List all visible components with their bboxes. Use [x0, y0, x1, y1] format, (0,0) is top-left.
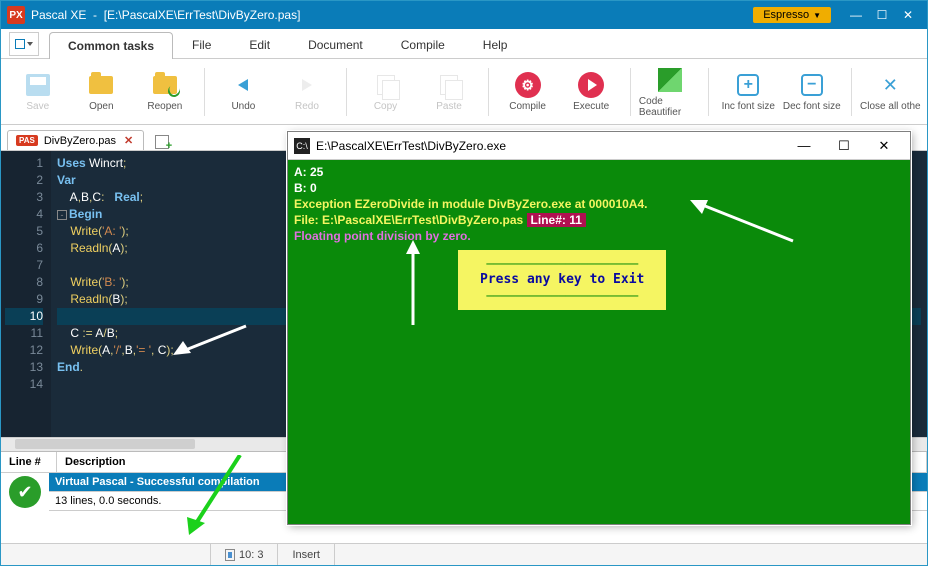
menu-tab-edit[interactable]: Edit: [230, 31, 289, 58]
folder-icon: [89, 76, 113, 94]
line-gutter: 1234567891011121314: [1, 151, 51, 437]
file-tab[interactable]: PAS DivByZero.pas ✕: [7, 130, 144, 150]
file-tab-name: DivByZero.pas: [44, 135, 116, 147]
leaf-icon: [658, 68, 682, 92]
console-close[interactable]: ✕: [864, 135, 904, 157]
open-button[interactable]: Open: [71, 63, 133, 121]
console-line: B: 0: [294, 180, 904, 196]
console-maximize[interactable]: ☐: [824, 135, 864, 157]
close-all-icon: ✕: [880, 75, 900, 95]
console-titlebar[interactable]: C:\ E:\PascalXE\ErrTest\DivByZero.exe — …: [288, 132, 910, 160]
undo-icon: [238, 79, 248, 91]
beautifier-button[interactable]: Code Beautifier: [639, 63, 701, 121]
redo-icon: [302, 79, 312, 91]
file-type-badge: PAS: [16, 135, 38, 146]
col-line-header: Line #: [1, 452, 57, 472]
cursor-icon: [225, 549, 235, 561]
insert-mode[interactable]: Insert: [278, 544, 335, 565]
app-logo: PX: [7, 6, 25, 24]
plus-icon: +: [737, 74, 759, 96]
annotation-arrow-icon: [388, 240, 438, 330]
console-line: Floating point division by zero.: [294, 228, 904, 244]
console-minimize[interactable]: —: [784, 135, 824, 157]
save-icon: [26, 74, 50, 96]
copy-icon: [377, 75, 395, 95]
paste-button[interactable]: Paste: [418, 63, 480, 121]
minimize-button[interactable]: —: [843, 6, 869, 24]
menu-tab-document[interactable]: Document: [289, 31, 382, 58]
play-icon: [578, 72, 604, 98]
maximize-button[interactable]: ☐: [869, 6, 895, 24]
dec-font-button[interactable]: −Dec font size: [781, 63, 843, 121]
console-line: Exception EZeroDivide in module DivByZer…: [294, 196, 904, 212]
paste-icon: [440, 75, 458, 95]
redo-button[interactable]: Redo: [276, 63, 338, 121]
file-tab-close[interactable]: ✕: [122, 134, 135, 147]
copy-button[interactable]: Copy: [355, 63, 417, 121]
undo-button[interactable]: Undo: [213, 63, 275, 121]
toolbar: Save Open Reopen Undo Redo Copy Paste ⚙C…: [1, 59, 927, 125]
console-line: A: 25: [294, 164, 904, 180]
theme-dropdown[interactable]: Espresso▼: [753, 7, 831, 23]
console-window[interactable]: C:\ E:\PascalXE\ErrTest\DivByZero.exe — …: [287, 131, 911, 525]
status-bar: 10: 3 Insert: [1, 543, 927, 565]
compile-icon: ⚙: [515, 72, 541, 98]
inc-font-button[interactable]: +Inc font size: [717, 63, 779, 121]
view-mode-button[interactable]: [9, 32, 39, 56]
cursor-position: 10: 3: [211, 544, 278, 565]
minus-icon: −: [801, 74, 823, 96]
reopen-button[interactable]: Reopen: [134, 63, 196, 121]
menu-tab-file[interactable]: File: [173, 31, 230, 58]
menu-tab-compile[interactable]: Compile: [382, 31, 464, 58]
console-output: A: 25 B: 0 Exception EZeroDivide in modu…: [288, 160, 910, 524]
menu-tab-common-tasks[interactable]: Common tasks: [49, 32, 173, 59]
menu-tab-help[interactable]: Help: [464, 31, 527, 58]
window-title: Pascal XE - [E:\PascalXE\ErrTest\DivByZe…: [31, 8, 753, 22]
console-icon: C:\: [294, 138, 310, 154]
success-check-icon: ✔: [9, 476, 41, 508]
close-all-button[interactable]: ✕Close all othe: [860, 63, 922, 121]
reopen-icon: [153, 76, 177, 94]
compile-button[interactable]: ⚙Compile: [497, 63, 559, 121]
exit-prompt: ───────────────────── Press any key to E…: [458, 250, 666, 310]
save-button[interactable]: Save: [7, 63, 69, 121]
console-line: File: E:\PascalXE\ErrTest\DivByZero.pas …: [294, 212, 904, 228]
titlebar: PX Pascal XE - [E:\PascalXE\ErrTest\DivB…: [1, 1, 927, 29]
new-file-button[interactable]: [154, 134, 170, 150]
execute-button[interactable]: Execute: [560, 63, 622, 121]
close-button[interactable]: ✕: [895, 6, 921, 24]
console-title: E:\PascalXE\ErrTest\DivByZero.exe: [316, 139, 506, 153]
menu-bar: Common tasksFileEditDocumentCompileHelp: [1, 29, 927, 59]
